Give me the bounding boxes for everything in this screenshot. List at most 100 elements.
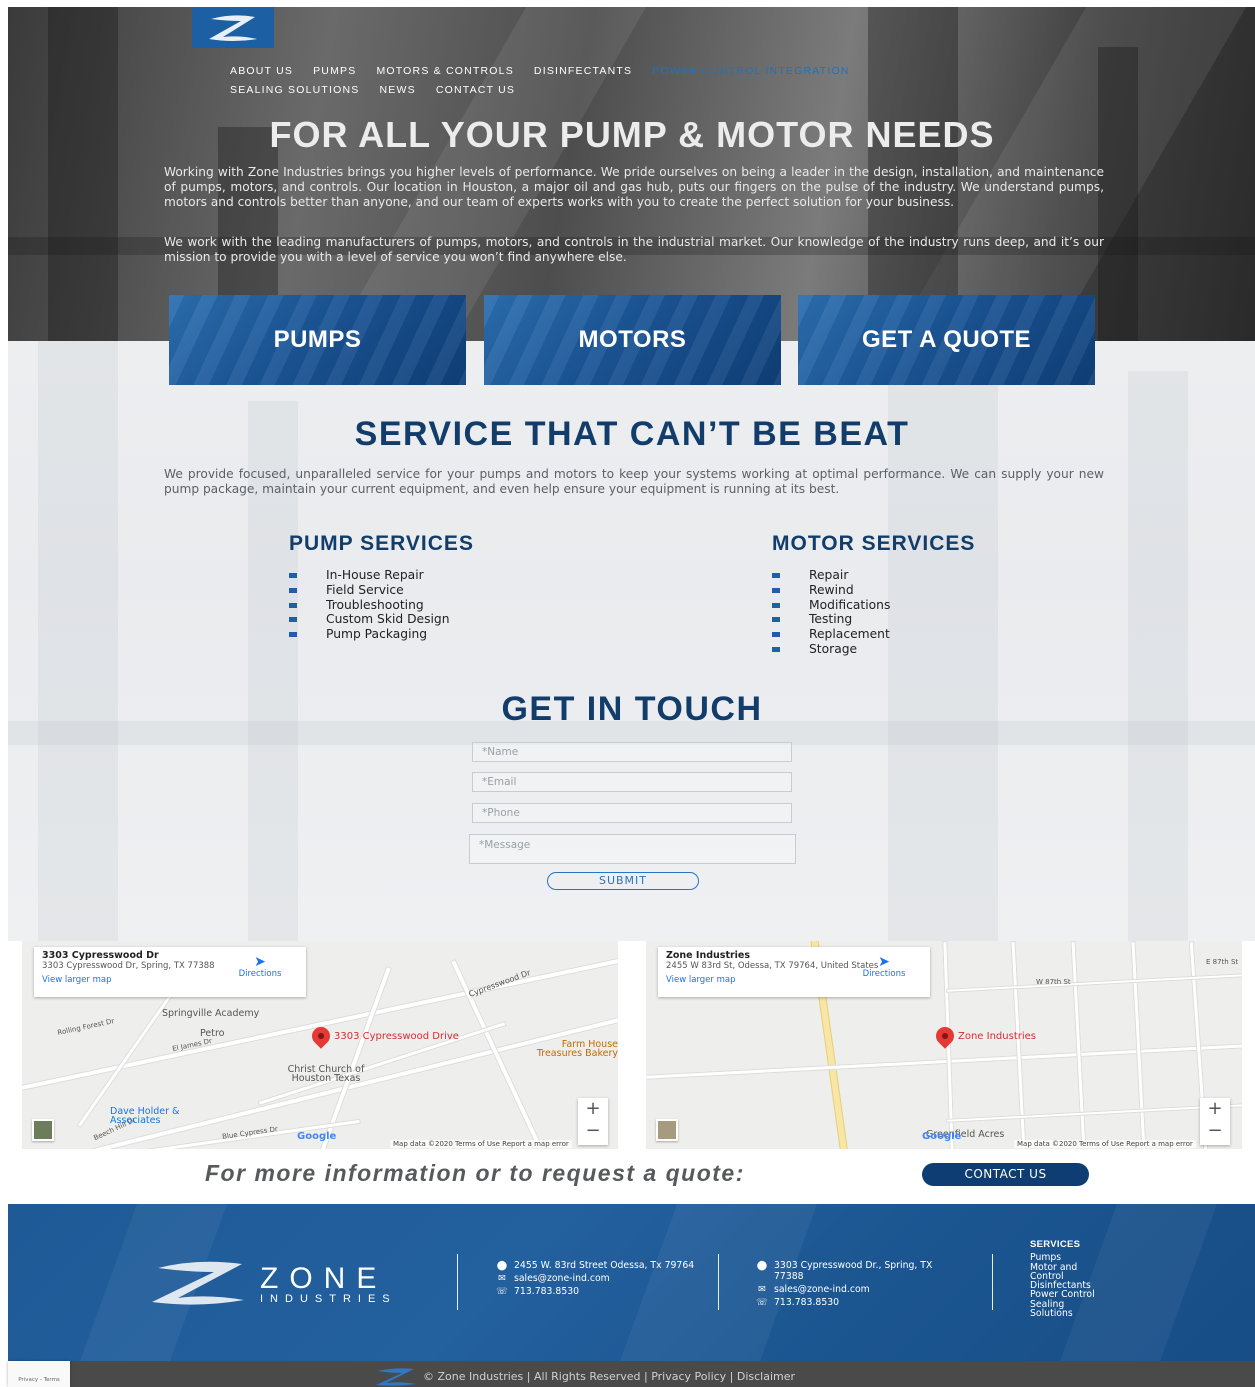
hero-paragraph-2: We work with the leading manufacturers o…: [164, 235, 1104, 264]
phone-icon: ☏: [496, 1286, 508, 1297]
footer-phone[interactable]: 713.783.8530: [774, 1297, 839, 1308]
directions-label: Directions: [862, 969, 906, 979]
motor-services-heading: MOTOR SERVICES: [772, 532, 976, 555]
list-item: Modifications: [772, 598, 890, 613]
motor-services-list: Repair Rewind Modifications Testing Repl…: [772, 568, 890, 657]
street-label: Rolling Forest Dr: [56, 1017, 115, 1037]
map-attribution[interactable]: Map data ©2020 Terms of Use Report a map…: [1014, 1140, 1196, 1148]
hero-paragraph-1: Working with Zone Industries brings you …: [164, 165, 1104, 209]
footer-address: 3303 Cypresswood Dr., Spring, TX 77388: [774, 1260, 933, 1282]
footer-divider: [718, 1254, 719, 1310]
tile-get-a-quote-label: GET A QUOTE: [861, 326, 1032, 353]
poi-label: Farm House Treasures Bakery: [536, 1039, 618, 1059]
footer-logo-icon: [152, 1261, 244, 1305]
submit-button[interactable]: SUBMIT: [547, 872, 699, 890]
cta-text: For more information or to request a quo…: [205, 1160, 745, 1186]
map-pin-label: 3303 Cypresswood Drive: [334, 1031, 459, 1042]
list-item: Field Service: [289, 583, 450, 598]
map-cypresswood[interactable]: 3303 Cypresswood Dr 3303 Cypresswood Dr,…: [22, 941, 618, 1149]
google-logo: Google: [922, 1131, 962, 1142]
location-pin-icon: ⬤: [756, 1260, 768, 1271]
nav-item-sealing-solutions[interactable]: SEALING SOLUTIONS: [230, 81, 360, 100]
message-field[interactable]: *Message: [469, 834, 796, 864]
map-attribution[interactable]: Map data ©2020 Terms of Use Report a map…: [390, 1140, 572, 1148]
footer-service-link[interactable]: Motor and Control: [1030, 1263, 1100, 1282]
list-item: Testing: [772, 612, 890, 627]
list-item: In-House Repair: [289, 568, 450, 583]
directions-icon: ➤: [254, 954, 266, 970]
list-item: Custom Skid Design: [289, 612, 450, 627]
phone-field[interactable]: *Phone: [472, 803, 792, 823]
footer-brand[interactable]: ZONE INDUSTRIES: [260, 1262, 397, 1306]
footer-email[interactable]: sales@zone-ind.com: [774, 1284, 870, 1295]
footer-location-odessa: ⬤ 2455 W. 83rd Street Odessa, Tx 79764 ✉ s…: [496, 1260, 696, 1299]
directions-button[interactable]: ➤ Directions: [854, 955, 914, 979]
nav-item-contact-us[interactable]: CONTACT US: [436, 81, 515, 100]
footer-address: 2455 W. 83rd Street Odessa, Tx 79764: [514, 1260, 695, 1271]
map-info-card: Zone Industries 2455 W 83rd St, Odessa, …: [658, 947, 930, 997]
phone-icon: ☏: [756, 1297, 768, 1308]
zoom-control[interactable]: + −: [578, 1098, 608, 1145]
location-pin-icon: ⬤: [496, 1260, 508, 1271]
zoom-in-icon[interactable]: +: [1200, 1098, 1230, 1120]
footer-service-link[interactable]: Sealing Solutions: [1030, 1300, 1100, 1319]
copyright-text: © Zone Industries | All Rights Reserved …: [423, 1370, 796, 1383]
pump-services-list: In-House Repair Field Service Troublesho…: [289, 568, 450, 642]
map-pin-icon[interactable]: [932, 1023, 958, 1049]
list-item: Replacement: [772, 627, 890, 642]
footer-location-spring: ⬤ 3303 Cypresswood Dr., Spring, TX 77388 …: [756, 1260, 956, 1310]
service-title: SERVICE THAT CAN’T BE BEAT: [354, 415, 910, 453]
footer-brand-name: ZONE: [260, 1262, 388, 1295]
service-text: We provide focused, unparalleled service…: [164, 467, 1104, 496]
map-info-card: 3303 Cypresswood Dr 3303 Cypresswood Dr,…: [34, 947, 306, 997]
street-label: E 87th St: [1206, 958, 1239, 966]
list-item: Repair: [772, 568, 890, 583]
footer-services: SERVICES Pumps Motor and Control Disinfe…: [1030, 1239, 1100, 1319]
map-type-toggle[interactable]: [656, 1119, 678, 1141]
nav-item-news[interactable]: NEWS: [380, 81, 416, 100]
poi-label: Christ Church of Houston Texas: [287, 1064, 365, 1084]
zoom-in-icon[interactable]: +: [578, 1098, 608, 1120]
page: ABOUT US PUMPS MOTORS & CONTROLS DISINFECTA…: [0, 0, 1255, 1387]
footer-brand-sub: INDUSTRIES: [260, 1293, 397, 1305]
tile-motors[interactable]: MOTORS: [484, 295, 781, 385]
copyright-logo-icon: [376, 1368, 416, 1386]
zone-logo[interactable]: [192, 7, 274, 48]
nav-item-pumps[interactable]: PUMPS: [313, 62, 356, 81]
list-item: Troubleshooting: [289, 598, 450, 613]
contact-form-title: GET IN TOUCH: [501, 690, 763, 728]
recaptcha-badge[interactable]: Privacy - Terms: [8, 1361, 70, 1387]
tile-motors-label: MOTORS: [578, 326, 687, 353]
contact-us-button[interactable]: CONTACT US: [922, 1163, 1089, 1186]
tile-pumps-label: PUMPS: [273, 326, 362, 353]
poi-label: Springville Academy: [162, 1008, 260, 1019]
pump-services-heading: PUMP SERVICES: [289, 532, 474, 555]
zoom-out-icon[interactable]: −: [578, 1120, 608, 1142]
list-item: Pump Packaging: [289, 627, 450, 642]
name-field[interactable]: *Name: [472, 742, 792, 762]
map-odessa[interactable]: Zone Industries 2455 W 83rd St, Odessa, …: [646, 941, 1242, 1149]
nav-item-motors-controls[interactable]: MOTORS & CONTROLS: [376, 62, 513, 81]
footer-email[interactable]: sales@zone-ind.com: [514, 1273, 610, 1284]
tile-pumps[interactable]: PUMPS: [169, 295, 466, 385]
nav-item-disinfectants[interactable]: DISINFECTANTS: [534, 62, 632, 81]
directions-button[interactable]: ➤ Directions: [230, 955, 290, 979]
footer-divider: [992, 1254, 993, 1310]
email-field[interactable]: *Email: [472, 772, 792, 792]
nav-item-about-us[interactable]: ABOUT US: [230, 62, 293, 81]
footer-divider: [457, 1254, 458, 1310]
map-info-address: 2455 W 83rd St, Odessa, TX 79764, United…: [666, 961, 879, 971]
nav-item-power-control-integration[interactable]: POWER CONTROL INTEGRATION: [652, 62, 849, 81]
google-logo: Google: [297, 1131, 337, 1142]
map-pin-label: Zone Industries: [958, 1031, 1036, 1042]
list-item: Rewind: [772, 583, 890, 598]
email-icon: ✉: [758, 1284, 766, 1295]
hero-title: FOR ALL YOUR PUMP & MOTOR NEEDS: [269, 114, 995, 155]
tile-get-a-quote[interactable]: GET A QUOTE: [798, 295, 1095, 385]
footer-phone[interactable]: 713.783.8530: [514, 1286, 579, 1297]
map-type-toggle[interactable]: [32, 1119, 54, 1141]
footer-services-heading: SERVICES: [1030, 1239, 1081, 1250]
zoom-out-icon[interactable]: −: [1200, 1120, 1230, 1142]
directions-label: Directions: [238, 969, 282, 979]
zoom-control[interactable]: + −: [1200, 1098, 1230, 1145]
